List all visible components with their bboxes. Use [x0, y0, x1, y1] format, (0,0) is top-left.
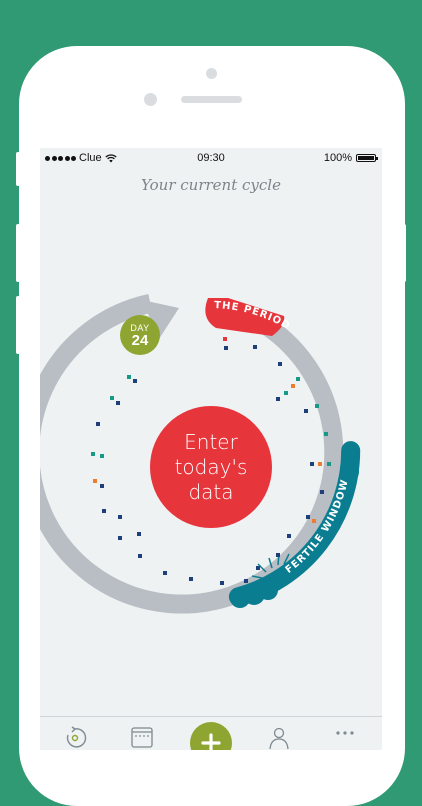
cycle-tab[interactable]: [60, 725, 90, 750]
calendar-icon: [131, 727, 153, 748]
more-tab[interactable]: [330, 725, 360, 750]
day-number: 24: [131, 332, 149, 349]
profile-tab[interactable]: [264, 725, 294, 750]
plus-icon: [201, 733, 221, 750]
enter-data-line-2: today's: [174, 454, 248, 479]
proximity-sensor: [144, 93, 157, 106]
earpiece-speaker: [181, 96, 242, 103]
more-dots-icon: [336, 731, 354, 735]
front-camera: [206, 68, 217, 79]
enter-data-button[interactable]: Enter today's data: [150, 406, 272, 528]
enter-data-line-3: data: [188, 479, 234, 504]
enter-data-line-1: Enter: [184, 429, 238, 454]
app-screen: Clue 09:30 100% Your current cycle THE P…: [40, 148, 382, 750]
cycle-day-badge[interactable]: DAY 24: [120, 315, 160, 355]
profile-icon: [269, 727, 289, 750]
calendar-tab[interactable]: [127, 725, 157, 750]
cycle-icon: [66, 726, 87, 748]
